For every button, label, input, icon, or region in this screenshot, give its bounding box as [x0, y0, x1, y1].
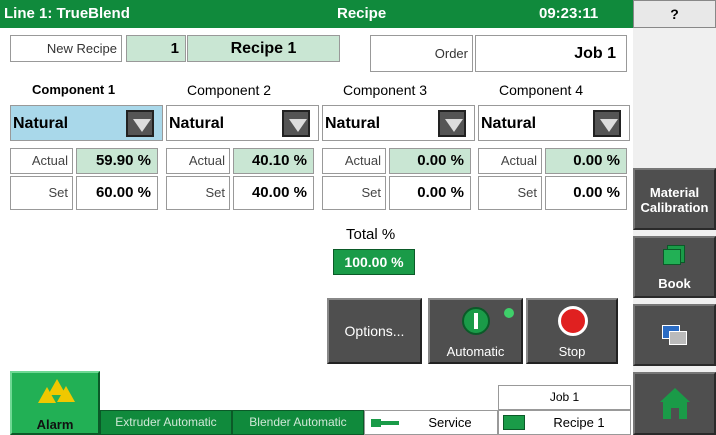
- service-status[interactable]: Service: [364, 410, 498, 435]
- component-3-actual-value: 0.00 %: [389, 148, 471, 174]
- options-button[interactable]: Options...: [327, 298, 422, 364]
- component-4-title: Component 4: [499, 82, 584, 98]
- component-2-set-field[interactable]: 40.00 %: [233, 176, 314, 210]
- current-recipe[interactable]: Recipe 1: [498, 410, 631, 435]
- component-1-set-label: Set: [10, 176, 73, 210]
- component-4-actual-value: 0.00 %: [545, 148, 627, 174]
- service-label: Service: [428, 415, 472, 430]
- home-icon: [660, 388, 690, 422]
- recipe-status-label: Recipe 1: [553, 415, 605, 430]
- window-transfer-icon: [662, 325, 688, 347]
- component-1-title: Component 1: [32, 82, 116, 97]
- line-title: Line 1: TrueBlend: [4, 5, 130, 22]
- chevron-down-icon[interactable]: [593, 110, 621, 137]
- stop-label: Stop: [558, 344, 586, 359]
- component-2-title: Component 2: [187, 82, 272, 98]
- home-button[interactable]: [633, 372, 716, 435]
- stop-circle-icon: [558, 306, 588, 336]
- component-2-material-select[interactable]: Natural: [166, 105, 319, 141]
- automatic-button[interactable]: Automatic: [428, 298, 523, 364]
- component-4-actual-label: Actual: [478, 148, 542, 174]
- title-bar: Line 1: TrueBlend Recipe 09:23:11: [0, 0, 633, 28]
- automatic-label: Automatic: [446, 344, 505, 359]
- chevron-down-icon[interactable]: [438, 110, 466, 137]
- book-stack-icon: [663, 245, 685, 265]
- book-label: Book: [658, 276, 691, 291]
- component-2-material: Natural: [169, 115, 225, 132]
- component-4-set-field[interactable]: 0.00 %: [545, 176, 627, 210]
- chevron-down-icon[interactable]: [126, 110, 154, 137]
- component-3-title: Component 3: [343, 82, 428, 98]
- alarm-button[interactable]: Alarm: [10, 371, 100, 435]
- component-4-set-label: Set: [478, 176, 542, 210]
- power-toggle-icon: [462, 307, 490, 335]
- chevron-down-icon[interactable]: [282, 110, 310, 137]
- status-led-icon: [504, 308, 514, 318]
- material-calibration-button[interactable]: Material Calibration: [633, 168, 716, 230]
- component-2-actual-value: 40.10 %: [233, 148, 314, 174]
- order-label: Order: [370, 35, 473, 72]
- transfer-button[interactable]: [633, 304, 716, 366]
- component-3-material-select[interactable]: Natural: [322, 105, 475, 141]
- stop-button[interactable]: Stop: [526, 298, 618, 364]
- folder-icon: [503, 415, 525, 430]
- screen-title: Recipe: [337, 5, 387, 22]
- current-job: Job 1: [498, 385, 631, 410]
- component-3-set-field[interactable]: 0.00 %: [389, 176, 471, 210]
- component-3-set-label: Set: [322, 176, 386, 210]
- key-icon: [371, 419, 399, 427]
- order-field[interactable]: Job 1: [475, 35, 627, 72]
- component-3-actual-label: Actual: [322, 148, 386, 174]
- total-value: 100.00 %: [333, 249, 415, 275]
- alarm-label: Alarm: [36, 417, 74, 432]
- clock: 09:23:11: [539, 5, 599, 22]
- component-4-material-select[interactable]: Natural: [478, 105, 630, 141]
- book-button[interactable]: Book: [633, 236, 716, 298]
- component-1-material-select[interactable]: Natural: [10, 105, 163, 141]
- component-1-material: Natural: [13, 115, 69, 132]
- component-2-set-label: Set: [166, 176, 230, 210]
- new-recipe-label: New Recipe: [10, 35, 122, 62]
- recipe-number-field[interactable]: 1: [126, 35, 186, 62]
- component-3-material: Natural: [325, 115, 381, 132]
- component-2-actual-label: Actual: [166, 148, 230, 174]
- component-1-actual-label: Actual: [10, 148, 73, 174]
- help-button[interactable]: ?: [633, 0, 716, 28]
- warning-triangles-icon: [38, 379, 76, 405]
- recipe-name-field[interactable]: Recipe 1: [187, 35, 340, 62]
- component-4-material: Natural: [481, 115, 537, 132]
- extruder-status: Extruder Automatic: [100, 410, 232, 435]
- total-label: Total %: [346, 226, 396, 243]
- component-1-set-field[interactable]: 60.00 %: [76, 176, 158, 210]
- component-1-actual-value: 59.90 %: [76, 148, 158, 174]
- blender-status: Blender Automatic: [232, 410, 364, 435]
